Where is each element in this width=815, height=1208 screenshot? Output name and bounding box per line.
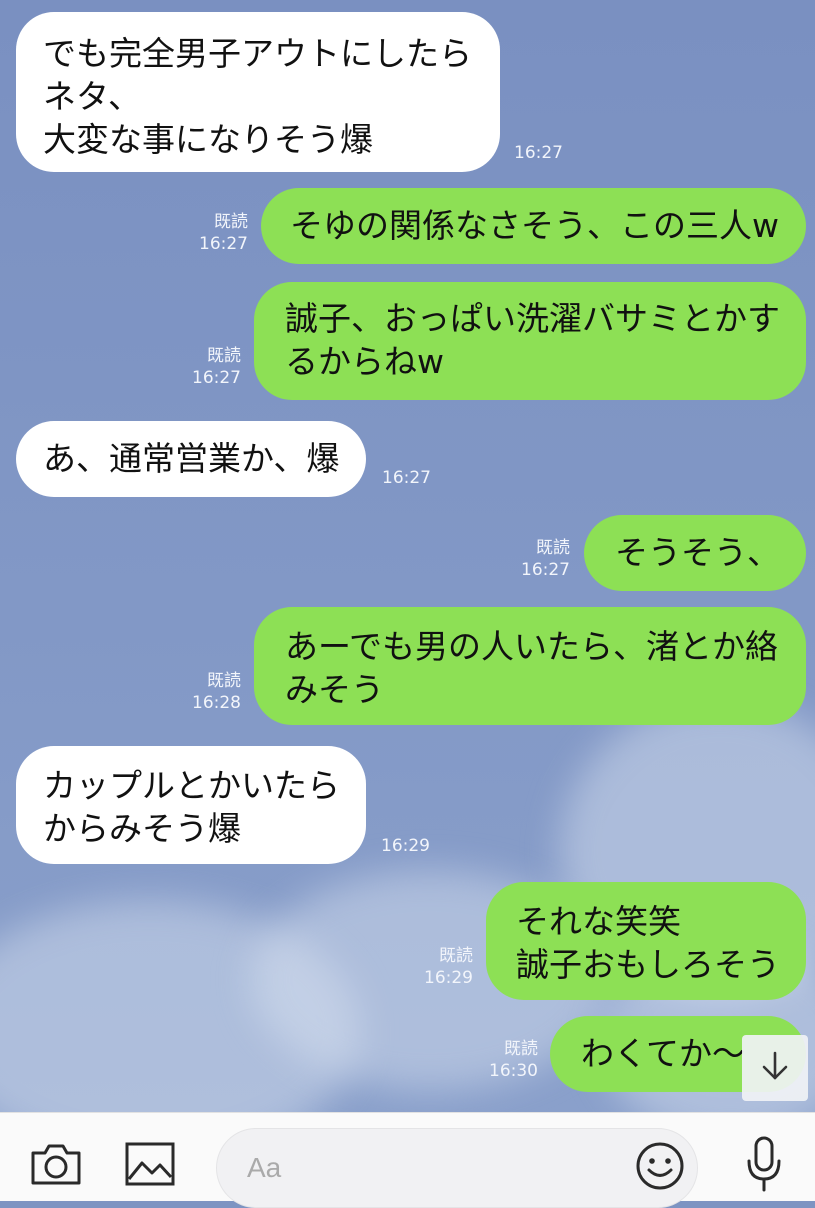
- message-text: あーでも男の人いたら、渚とか絡: [285, 627, 779, 666]
- message-bubble-incoming[interactable]: あ、通常営業か、爆: [16, 421, 366, 497]
- message-text: からみそう爆: [43, 809, 241, 848]
- image-icon: [124, 1141, 176, 1191]
- message-bubble-incoming[interactable]: でも完全男子アウトにしたら ネタ、 大変な事になりそう爆: [16, 12, 500, 172]
- message-text: 大変な事になりそう爆: [43, 120, 373, 159]
- read-receipt: 既読 16:30: [489, 1038, 538, 1082]
- camera-button[interactable]: [26, 1138, 86, 1194]
- microphone-button[interactable]: [736, 1135, 792, 1197]
- message-text: みそう: [285, 670, 384, 709]
- read-receipt: 既読 16:27: [199, 211, 248, 255]
- message-text: ネタ、: [43, 77, 142, 116]
- read-label: 既読: [536, 538, 570, 558]
- image-button[interactable]: [120, 1138, 180, 1194]
- read-label: 既読: [207, 671, 241, 691]
- message-timestamp: 16:27: [192, 368, 241, 388]
- message-timestamp: 16:27: [521, 560, 570, 580]
- message-text: るからねw: [285, 342, 444, 381]
- message-timestamp: 16:29: [424, 968, 473, 988]
- message-input-container[interactable]: [216, 1128, 698, 1208]
- message-text: あ、通常営業か、爆: [43, 439, 340, 478]
- message-text: そゆの関係なさそう、この三人w: [290, 206, 779, 245]
- message-input[interactable]: [245, 1147, 629, 1189]
- emoji-button[interactable]: [633, 1141, 687, 1195]
- arrow-down-icon: [758, 1049, 792, 1087]
- read-receipt: 既読 16:29: [424, 945, 473, 989]
- read-label: 既読: [504, 1039, 538, 1059]
- read-receipt: 既読 16:27: [521, 537, 570, 581]
- read-label: 既読: [439, 946, 473, 966]
- scroll-to-bottom-button[interactable]: [742, 1035, 808, 1101]
- message-bubble-outgoing[interactable]: そゆの関係なさそう、この三人w: [261, 188, 806, 264]
- message-bubble-outgoing[interactable]: そうそう、: [584, 515, 806, 591]
- message-timestamp: 16:30: [489, 1061, 538, 1081]
- message-text: 誠子おもしろそう: [516, 945, 780, 984]
- message-text: それな笑笑: [516, 902, 681, 941]
- message-bubble-outgoing[interactable]: 誠子、おっぱい洗濯バサミとかす るからねw: [254, 282, 806, 400]
- read-label: 既読: [207, 346, 241, 366]
- emoji-icon: [635, 1141, 685, 1195]
- message-bubble-outgoing[interactable]: あーでも男の人いたら、渚とか絡 みそう: [254, 607, 806, 725]
- read-label: 既読: [214, 212, 248, 232]
- message-timestamp: 16:27: [514, 143, 563, 163]
- message-timestamp: 16:28: [192, 693, 241, 713]
- microphone-icon: [744, 1135, 784, 1197]
- message-bubble-incoming[interactable]: カップルとかいたら からみそう爆: [16, 746, 366, 864]
- message-text: そうそう、: [615, 533, 780, 572]
- message-text: 誠子、おっぱい洗濯バサミとかす: [285, 299, 780, 338]
- message-text: カップルとかいたら: [43, 766, 340, 805]
- read-receipt: 既読 16:28: [192, 670, 241, 714]
- message-timestamp: 16:27: [382, 468, 431, 488]
- message-timestamp: 16:29: [381, 836, 430, 856]
- camera-icon: [29, 1141, 83, 1191]
- message-bubble-outgoing[interactable]: それな笑笑 誠子おもしろそう: [486, 882, 806, 1000]
- message-timestamp: 16:27: [199, 234, 248, 254]
- read-receipt: 既読 16:27: [192, 345, 241, 389]
- message-text: でも完全男子アウトにしたら: [43, 34, 472, 73]
